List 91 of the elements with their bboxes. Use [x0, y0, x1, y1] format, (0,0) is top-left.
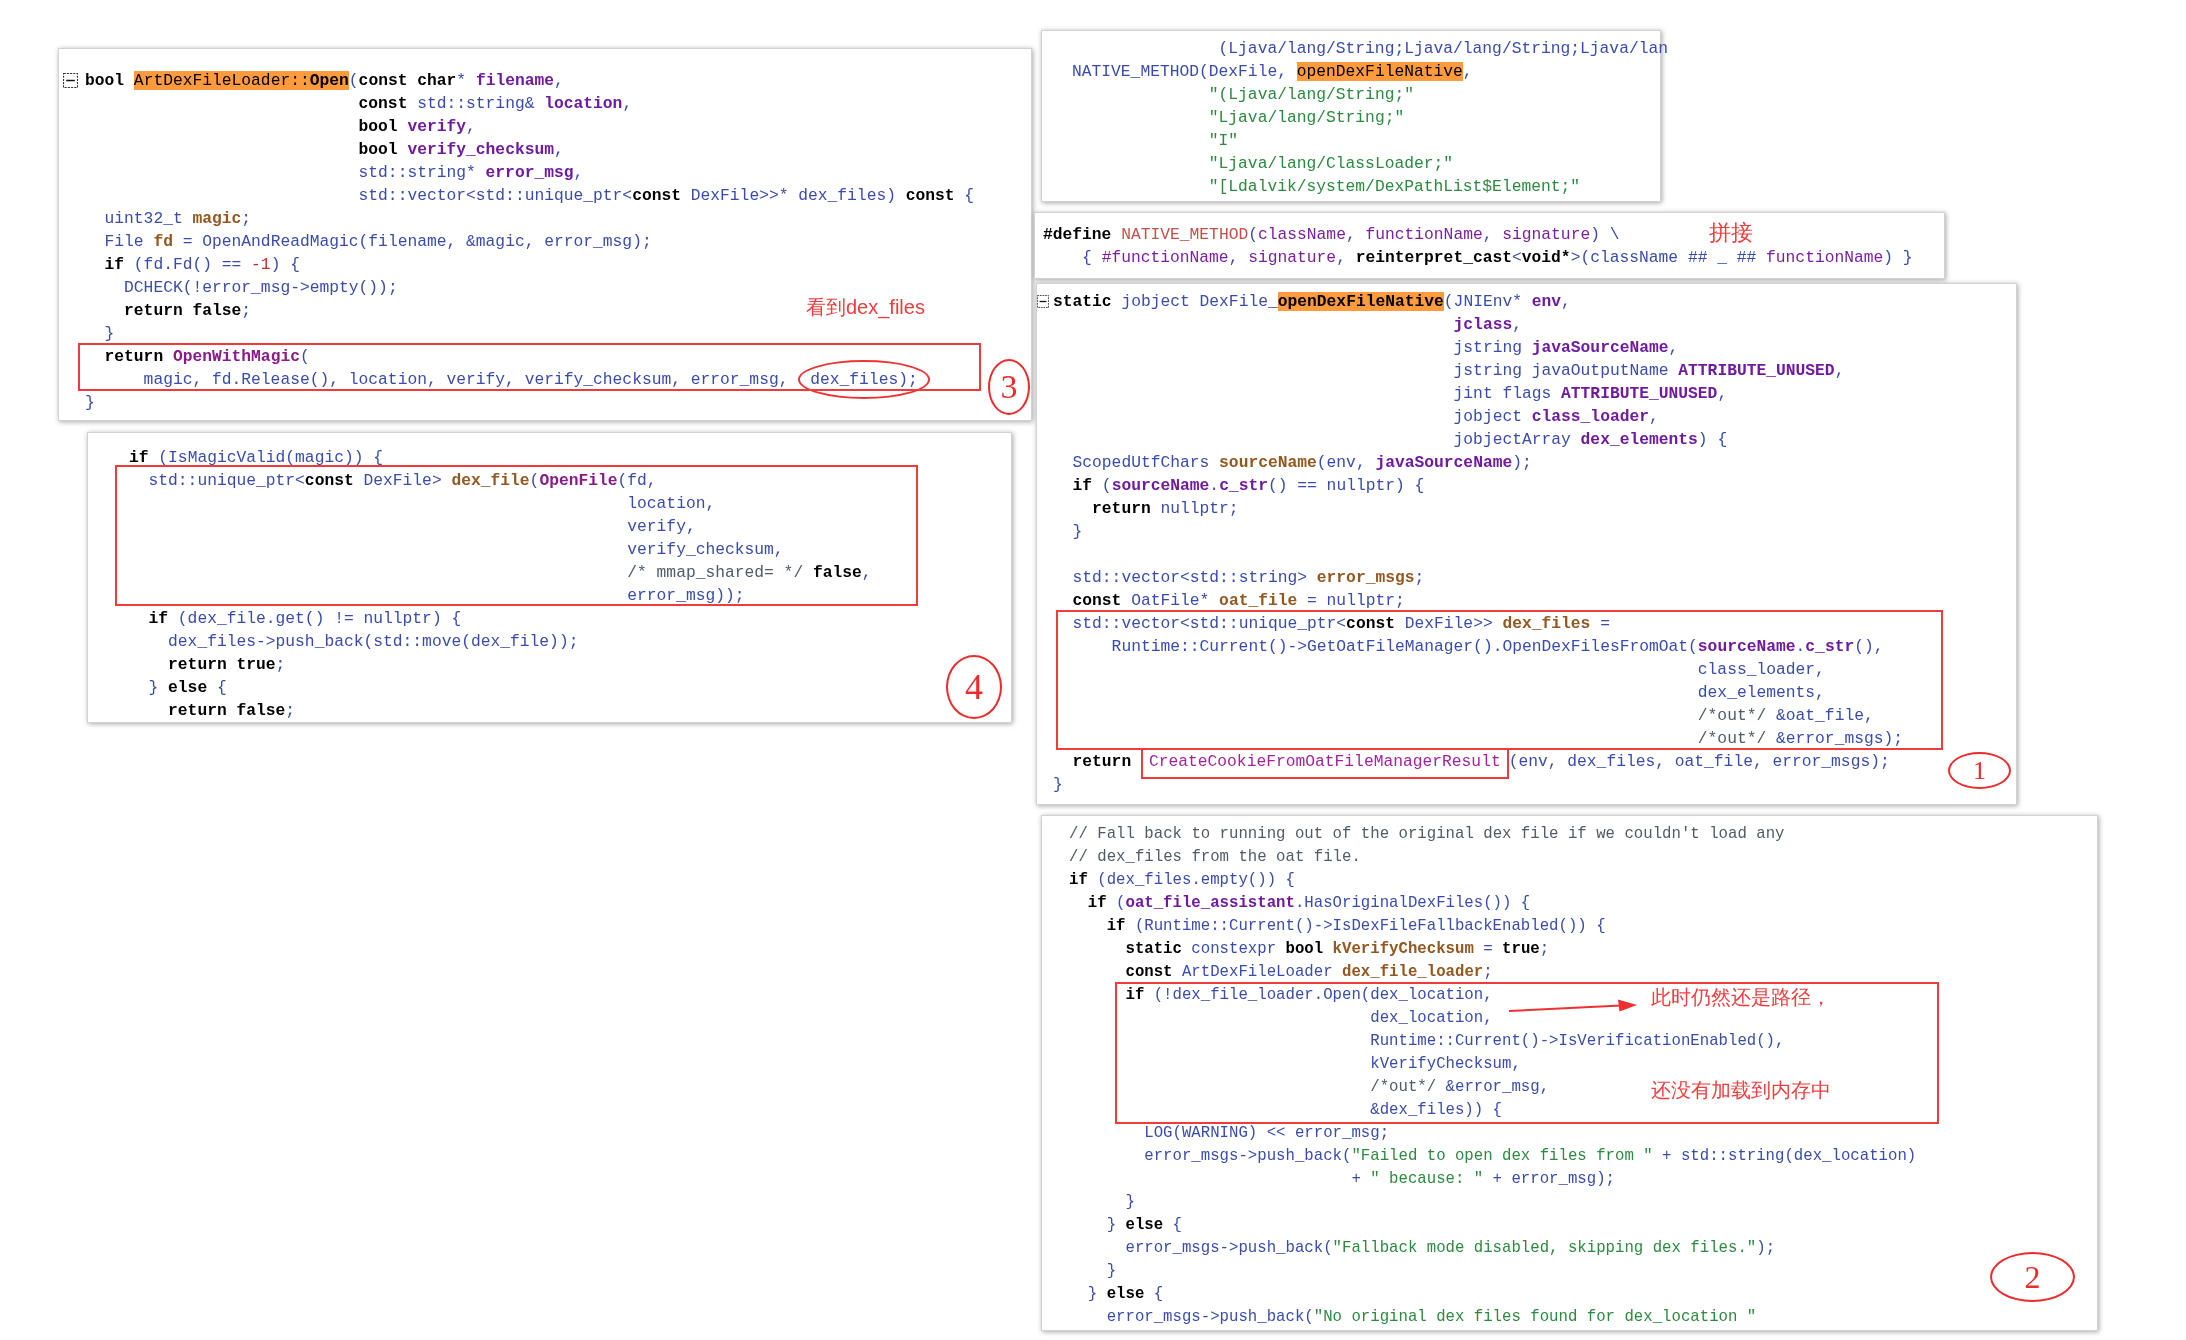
code-text: magic, fd.Release(), location, verify, verify_checksum, error_msg,	[143, 369, 790, 391]
code-line: bool verify,	[358, 116, 476, 138]
code-line: uint32_t magic;	[104, 208, 252, 230]
code-line: const std::string& location,	[358, 93, 633, 115]
minus-box-icon[interactable]	[63, 73, 78, 88]
code-line: location,	[627, 493, 716, 515]
code-line: "I"	[1208, 130, 1239, 152]
code-line: if (IsMagicValid(magic)) {	[129, 447, 384, 469]
code-line: std::string* error_msg,	[358, 162, 584, 184]
code-line: const ArtDexFileLoader dex_file_loader;	[1125, 962, 1493, 983]
code-line: error_msgs->push_back("Failed to open dex files from " + std::string(dex_location)	[1144, 1146, 1917, 1167]
code-line: bool verify_checksum,	[358, 139, 564, 161]
code-line: /*out*/ &error_msgs);	[1697, 728, 1904, 750]
code-line: { #functionName, signature, reinterpret_cast<void*>(className ## _ ## functionName) }	[1082, 247, 1913, 269]
code-line: error_msg));	[627, 585, 745, 607]
code-line: class_loader,	[1697, 659, 1825, 681]
code-line: verify_checksum,	[627, 539, 784, 561]
code-line: kVerifyChecksum,	[1370, 1054, 1521, 1075]
code-text: (env, dex_files, oat_file, error_msgs);	[1508, 751, 1890, 773]
code-line: #define NATIVE_METHOD(className, functionName, signature) \	[1043, 224, 1620, 246]
annotation-note: 还没有加载到内存中	[1651, 1078, 1831, 1102]
code-line: jobjectArray dex_elements) {	[1453, 429, 1728, 451]
code-line: jobject class_loader,	[1453, 406, 1659, 428]
code-line: } else {	[148, 677, 227, 699]
step-number: 4	[946, 655, 1002, 719]
code-line: &dex_files)) {	[1370, 1100, 1503, 1121]
code-line: }	[104, 323, 115, 345]
code-line: if (oat_file_assistant.HasOriginalDexFiles()) {	[1087, 893, 1531, 914]
code-line: }	[1053, 774, 1063, 796]
code-line: /* mmap_shared= */ false,	[627, 562, 872, 584]
code-line: }	[1106, 1261, 1117, 1282]
code-line: dex_location,	[1370, 1008, 1493, 1029]
code-line: "Ljava/lang/String;"	[1208, 107, 1405, 129]
code-line: // dex_files from the oat file.	[1069, 847, 1361, 868]
code-line: std::vector<std::unique_ptr<const DexFile>> dex_files =	[1072, 613, 1610, 635]
annotation-note: 此时仍然还是路径，	[1651, 985, 1831, 1009]
code-line: if (sourceName.c_str() == nullptr) {	[1072, 475, 1425, 497]
code-line: const OatFile* oat_file = nullptr;	[1072, 590, 1405, 612]
code-line: return false;	[124, 300, 252, 322]
code-line: } else {	[1106, 1215, 1182, 1236]
code-line: if (!dex_file_loader.Open(dex_location,	[1125, 985, 1493, 1006]
code-line: std::unique_ptr<const DexFile> dex_file(OpenFile(fd,	[148, 470, 657, 492]
code-line: dex_elements,	[1697, 682, 1825, 704]
code-line: return true;	[168, 654, 286, 676]
code-line: static constexpr bool kVerifyChecksum = true;	[1125, 939, 1550, 960]
code-line: /*out*/ &oat_file,	[1697, 705, 1874, 727]
code-line: return OpenWithMagic(	[104, 346, 310, 368]
code-line: Runtime::Current()->GetOatFileManager().OpenDexFilesFromOat(sourceName.c_str(),	[1111, 636, 1884, 658]
code-line: // Fall back to running out of the original dex file if we couldn't load any	[1069, 824, 1785, 845]
annotation-note: 拼接	[1709, 220, 1753, 246]
code-line: File fd = OpenAndReadMagic(filename, &magic, error_msg);	[104, 231, 652, 253]
code-line: jstring javaSourceName,	[1453, 337, 1679, 359]
code-line: if (fd.Fd() == -1) {	[104, 254, 300, 276]
code-line: LOG(WARNING) << error_msg;	[1144, 1123, 1390, 1144]
circled-code: dex_files);	[798, 360, 930, 399]
code-line: "(Ljava/lang/String;"	[1208, 84, 1414, 106]
code-line: jclass,	[1453, 314, 1522, 336]
code-line: dex_files->push_back(std::move(dex_file));	[168, 631, 579, 653]
code-line: if (dex_files.empty()) {	[1069, 870, 1295, 891]
code-text: return	[1072, 751, 1133, 773]
code-line: DCHECK(!error_msg->empty());	[124, 277, 398, 299]
code-line: jstring javaOutputName ATTRIBUTE_UNUSED,	[1453, 360, 1845, 382]
code-line: }	[1072, 521, 1083, 543]
minus-box-icon[interactable]	[1037, 295, 1049, 308]
step-number: 1	[1948, 752, 2011, 789]
boxed-code: CreateCookieFromOatFileManagerResult	[1140, 748, 1509, 779]
step-number: 2	[1990, 1252, 2075, 1302]
code-line: NATIVE_METHOD(DexFile, openDexFileNative,	[1072, 61, 1473, 83]
code-line: }	[85, 392, 95, 414]
step-number: 3	[988, 359, 1030, 415]
code-line: if (dex_file.get() != nullptr) {	[148, 608, 462, 630]
code-line: return false;	[168, 700, 296, 722]
code-line: return nullptr;	[1092, 498, 1239, 520]
code-line: std::vector<std::string> error_msgs;	[1072, 567, 1425, 589]
code-line: error_msgs->push_back("Fallback mode disabled, skipping dex files.");	[1125, 1238, 1776, 1259]
code-line: "[Ldalvik/system/DexPathList$Element;"	[1208, 176, 1581, 198]
code-line: + " because: " + error_msg);	[1351, 1169, 1615, 1190]
code-line: if (Runtime::Current()->IsDexFileFallbackEnabled()) {	[1106, 916, 1606, 937]
code-line: verify,	[627, 516, 696, 538]
code-line: jint flags ATTRIBUTE_UNUSED,	[1453, 383, 1728, 405]
code-line: (Ljava/lang/String;Ljava/lang/String;Ljava/lan	[1218, 38, 1668, 60]
code-line: std::vector<std::unique_ptr<const DexFile>>* dex_files) const {	[358, 185, 975, 207]
code-line: "Ljava/lang/ClassLoader;"	[1208, 153, 1454, 175]
code-line: bool ArtDexFileLoader::Open(const char* filename,	[85, 70, 564, 92]
code-line: ScopedUtfChars sourceName(env, javaSourceName);	[1072, 452, 1532, 474]
code-line: error_msgs->push_back("No original dex files found for dex_location "	[1106, 1307, 1757, 1328]
annotation-note: 看到dex_files	[806, 295, 925, 319]
code-line: }	[1125, 1192, 1135, 1213]
code-line: /*out*/ &error_msg,	[1370, 1077, 1550, 1098]
code-line: } else {	[1087, 1284, 1164, 1305]
code-line: Runtime::Current()->IsVerificationEnabled(),	[1370, 1031, 1785, 1052]
